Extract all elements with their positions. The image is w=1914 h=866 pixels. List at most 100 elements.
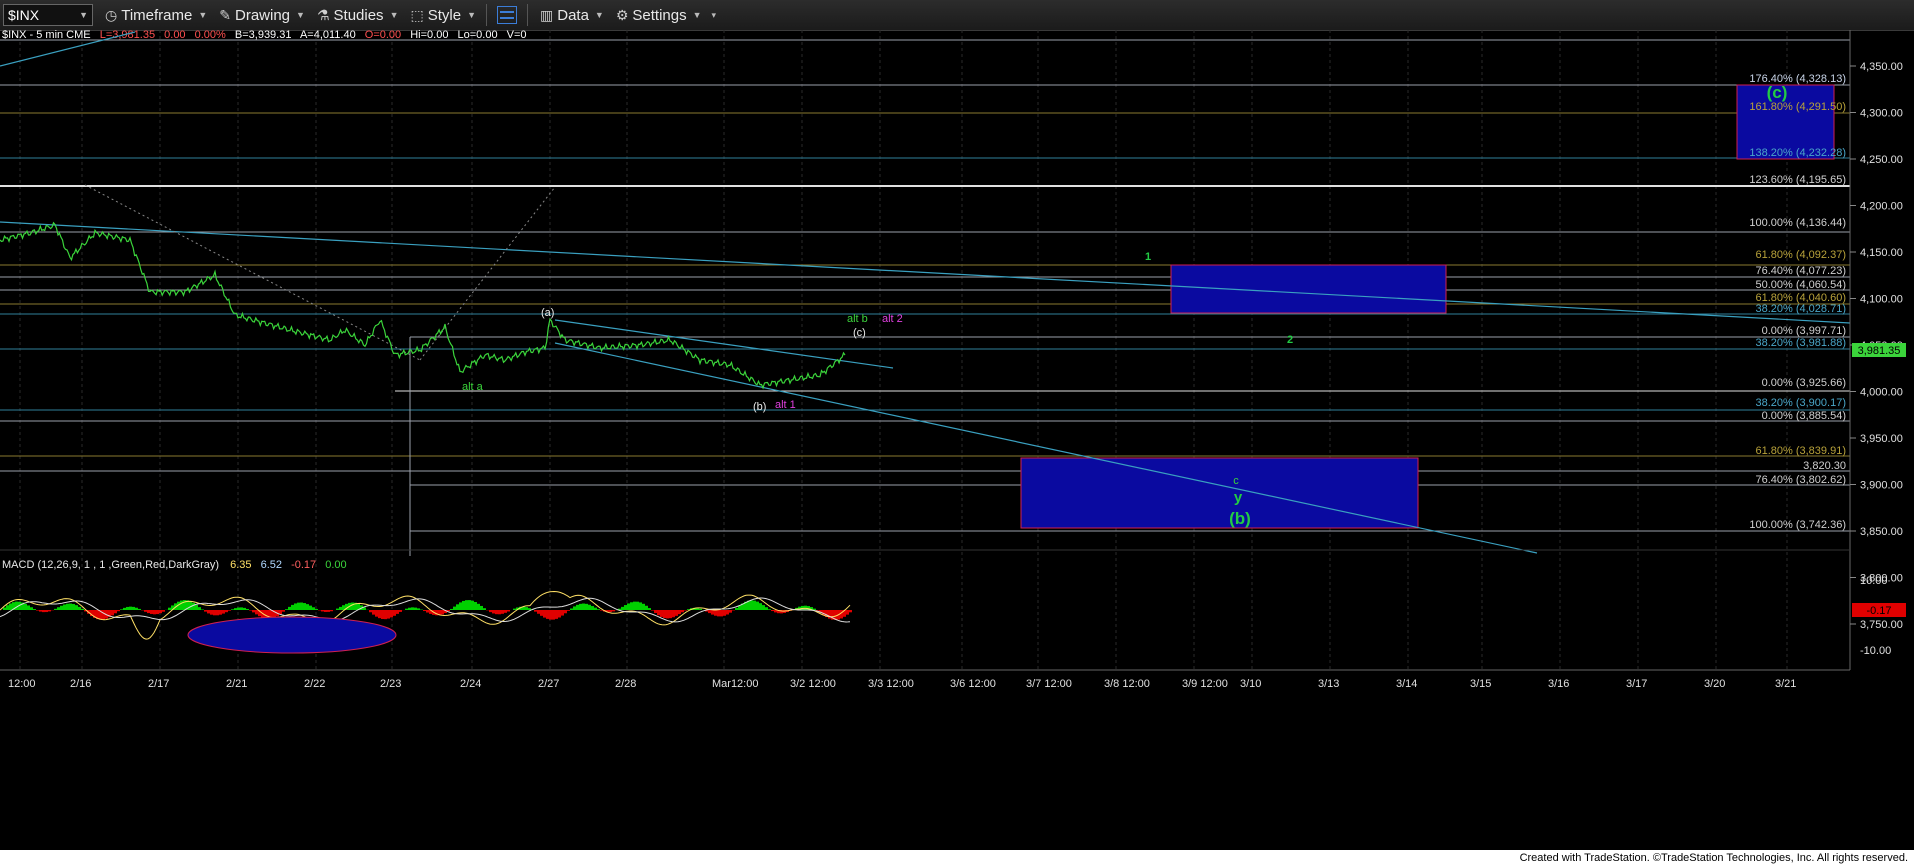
- macd-hist-bar: [405, 608, 408, 610]
- chevron-down-icon: ▼: [198, 10, 208, 20]
- macd-hist-bar: [642, 603, 645, 610]
- drawing-menu[interactable]: ✎ Drawing ▼: [219, 7, 305, 24]
- macd-hist-bar: [597, 609, 600, 610]
- macd-hist-bar: [450, 608, 453, 610]
- info-change: 0.00: [164, 30, 185, 41]
- macd-hist-bar: [114, 610, 117, 614]
- wave-label-b-big: (b): [1229, 509, 1251, 528]
- macd-hist-bar: [849, 610, 852, 613]
- time-tick-label: 3/13: [1318, 678, 1339, 690]
- chart-area[interactable]: $INX - 5 min CME L=3,981.35 0.00 0.00% B…: [0, 29, 1914, 850]
- macd-hist-bar: [222, 610, 225, 614]
- time-axis: 12:00 2/16 2/17 2/21 2/22 2/23 2/24 2/27 2/28 Mar…: [8, 678, 1796, 690]
- macd-hist-bar: [138, 608, 141, 610]
- macd-hist-bar: [180, 600, 183, 610]
- data-menu[interactable]: ▥ Data ▼: [540, 7, 604, 24]
- overflow-icon: ▾: [711, 9, 717, 20]
- macd-hist-bar: [117, 610, 120, 612]
- macd-divergence-ellipse[interactable]: [187, 616, 397, 654]
- macd-hist-bar: [663, 610, 666, 619]
- macd-hist-bar: [252, 610, 255, 613]
- chevron-down-icon: ▼: [594, 10, 604, 20]
- macd-hist-bar: [291, 604, 294, 610]
- time-tick-label: 3/10: [1240, 678, 1261, 690]
- macd-hist-bar: [666, 610, 669, 619]
- macd-hist-bar: [66, 603, 69, 610]
- price-tick-label: 4,250.00: [1860, 154, 1903, 166]
- macd-hist-bar: [129, 606, 132, 610]
- macd-hist-bar: [543, 610, 546, 618]
- fib-level-label: 123.60% (4,195.65): [1749, 174, 1846, 186]
- price-tick-label: 4,300.00: [1860, 108, 1903, 120]
- macd-hist-bar: [636, 601, 639, 610]
- macd-header: MACD (12,26,9, 1 , 1 ,Green,Red,DarkGray…: [2, 559, 347, 571]
- macd-hist-bar: [57, 607, 60, 610]
- timeframe-menu[interactable]: ◷ Timeframe ▼: [105, 7, 207, 24]
- target-box-b[interactable]: [1020, 457, 1419, 529]
- macd-hist-bar: [459, 602, 462, 610]
- macd-hist-bar: [462, 600, 465, 610]
- macd-hist-bar: [54, 608, 57, 610]
- macd-hist-bar: [225, 610, 228, 613]
- macd-hist-bar: [678, 610, 681, 615]
- macd-hist-bar: [411, 607, 414, 610]
- fib-level-label: 176.40% (4,328.13): [1749, 73, 1846, 85]
- macd-hist-bar: [255, 610, 258, 615]
- macd-hist-bar: [27, 605, 30, 610]
- macd-hist-bar: [390, 610, 393, 618]
- gear-icon: ⚙: [615, 6, 629, 23]
- macd-hist-bar: [441, 610, 444, 615]
- macd-hist-bar: [468, 600, 471, 610]
- info-percent: 0.00%: [195, 30, 226, 41]
- macd-hist-bar: [135, 607, 138, 610]
- settings-menu[interactable]: ⚙ Settings ▼ ▾: [616, 7, 716, 24]
- price-chart[interactable]: $INX - 5 min CME L=3,981.35 0.00 0.00% B…: [0, 29, 1914, 850]
- pencil-icon: ✎: [219, 6, 231, 23]
- last-price-value: 3,981.35: [1858, 345, 1901, 357]
- macd-hist-bar: [525, 607, 528, 610]
- symbol-value: $INX: [8, 7, 40, 23]
- macd-hist-bar: [315, 608, 318, 610]
- macd-hist-bar: [42, 610, 45, 613]
- studies-label: Studies: [333, 6, 384, 24]
- macd-hist-bar: [351, 602, 354, 610]
- panes-icon[interactable]: [497, 6, 517, 24]
- macd-hist-bar: [456, 604, 459, 610]
- macd-hist-bar: [156, 610, 159, 615]
- macd-hist-bar: [729, 610, 732, 613]
- macd-hist-bar: [624, 605, 627, 610]
- price-tick-label: 4,150.00: [1860, 247, 1903, 259]
- symbol-selector[interactable]: $INX ▼: [3, 4, 93, 26]
- macd-hist-bar: [660, 610, 663, 617]
- macd-hist-bar: [426, 610, 429, 613]
- fib-lines: [0, 39, 1850, 556]
- time-tick-label: 3/21: [1775, 678, 1796, 690]
- fib-level-label: 0.00% (3,925.66): [1762, 377, 1846, 389]
- macd-hist-bar: [759, 603, 762, 610]
- style-menu[interactable]: ⬚ Style ▼: [410, 7, 476, 24]
- price-tick-label: 3,950.00: [1860, 433, 1903, 445]
- fib-level-label: 138.20% (4,232.28): [1749, 147, 1846, 159]
- fib-level-label: 61.80% (3,839.91): [1755, 445, 1846, 457]
- macd-hist-bar: [297, 602, 300, 610]
- macd-hist-bar: [69, 603, 72, 610]
- macd-hist-bar: [633, 601, 636, 610]
- studies-menu[interactable]: ⚗ Studies ▼: [317, 7, 399, 24]
- macd-hist-bar: [771, 610, 774, 612]
- macd-value-2: 6.52: [261, 559, 282, 571]
- macd-hist-bar: [102, 610, 105, 620]
- macd-hist-bar: [621, 606, 624, 610]
- info-bid: B=3,939.31: [235, 30, 292, 41]
- macd-hist-bar: [762, 605, 765, 610]
- macd-hist-bar: [30, 607, 33, 610]
- target-box-wave1[interactable]: [1170, 264, 1447, 314]
- drawing-label: Drawing: [235, 6, 291, 24]
- fib-level-label: 0.00% (3,885.54): [1762, 410, 1846, 422]
- price-tick-label: 4,200.00: [1860, 201, 1903, 213]
- macd-hist-bar: [9, 603, 12, 610]
- macd-hist-bar: [201, 609, 204, 610]
- info-open: O=0.00: [365, 30, 401, 41]
- fib-level-label: 38.20% (3,981.88): [1755, 337, 1846, 349]
- macd-hist-bar: [72, 604, 75, 610]
- macd-value-4: 0.00: [325, 559, 346, 571]
